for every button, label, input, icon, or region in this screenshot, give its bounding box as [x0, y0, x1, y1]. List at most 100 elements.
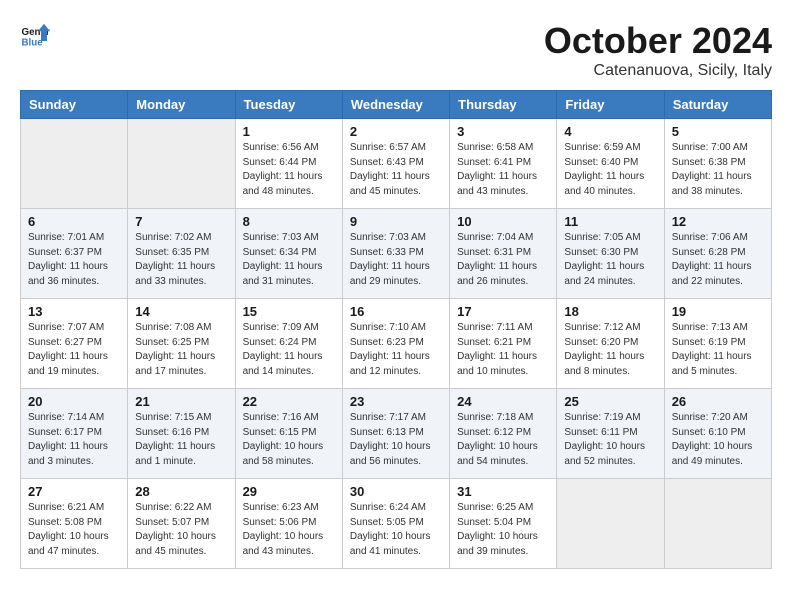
day-info: Sunrise: 7:05 AMSunset: 6:30 PMDaylight:…: [564, 231, 656, 289]
calendar-cell: 19 Sunrise: 7:13 AMSunset: 6:19 PMDayligh…: [664, 299, 771, 389]
calendar-cell: 16 Sunrise: 7:10 AMSunset: 6:23 PMDayligh…: [342, 299, 449, 389]
weekday-header-wednesday: Wednesday: [342, 91, 449, 119]
day-info: Sunrise: 7:00 AMSunset: 6:38 PMDaylight:…: [672, 141, 764, 199]
calendar-table: SundayMondayTuesdayWednesdayThursdayFrid…: [20, 90, 772, 569]
calendar-week-1: 1 Sunrise: 6:56 AMSunset: 6:44 PMDaylight…: [21, 119, 772, 209]
calendar-cell: 26 Sunrise: 7:20 AMSunset: 6:10 PMDayligh…: [664, 389, 771, 479]
day-number: 9: [350, 214, 442, 229]
day-info: Sunrise: 7:12 AMSunset: 6:20 PMDaylight:…: [564, 321, 656, 379]
location-subtitle: Catenanuova, Sicily, Italy: [544, 62, 772, 80]
weekday-header-tuesday: Tuesday: [235, 91, 342, 119]
day-info: Sunrise: 6:25 AMSunset: 5:04 PMDaylight:…: [457, 501, 549, 559]
calendar-cell: 23Sunrise: 7:17 AMSunset: 6:13 PMDayligh…: [342, 389, 449, 479]
calendar-cell: [21, 119, 128, 209]
calendar-cell: 24Sunrise: 7:18 AMSunset: 6:12 PMDayligh…: [450, 389, 557, 479]
calendar-cell: 30 Sunrise: 6:24 AMSunset: 5:05 PMDayligh…: [342, 479, 449, 569]
weekday-header-friday: Friday: [557, 91, 664, 119]
weekday-header-thursday: Thursday: [450, 91, 557, 119]
day-info: Sunrise: 7:02 AMSunset: 6:35 PMDaylight:…: [135, 231, 227, 289]
day-info: Sunrise: 7:04 AMSunset: 6:31 PMDaylight:…: [457, 231, 549, 289]
day-info: Sunrise: 7:03 AMSunset: 6:34 PMDaylight:…: [243, 231, 335, 289]
day-info: Sunrise: 7:07 AMSunset: 6:27 PMDaylight:…: [28, 321, 120, 379]
calendar-week-2: 6 Sunrise: 7:01 AMSunset: 6:37 PMDaylight…: [21, 209, 772, 299]
day-info: Sunrise: 6:59 AMSunset: 6:40 PMDaylight:…: [564, 141, 656, 199]
day-info: Sunrise: 7:11 AMSunset: 6:21 PMDaylight:…: [457, 321, 549, 379]
day-info: Sunrise: 7:09 AMSunset: 6:24 PMDaylight:…: [243, 321, 335, 379]
day-info: Sunrise: 6:56 AMSunset: 6:44 PMDaylight:…: [243, 141, 335, 199]
day-number: 22: [243, 394, 335, 409]
day-number: 30: [350, 484, 442, 499]
logo: General Blue: [20, 20, 50, 50]
day-number: 8: [243, 214, 335, 229]
calendar-cell: 11 Sunrise: 7:05 AMSunset: 6:30 PMDayligh…: [557, 209, 664, 299]
day-number: 11: [564, 214, 656, 229]
day-info: Sunrise: 7:16 AMSunset: 6:15 PMDaylight:…: [243, 411, 335, 469]
header-row: SundayMondayTuesdayWednesdayThursdayFrid…: [21, 91, 772, 119]
month-title: October 2024: [544, 20, 772, 62]
day-number: 20: [28, 394, 120, 409]
calendar-cell: 7 Sunrise: 7:02 AMSunset: 6:35 PMDaylight…: [128, 209, 235, 299]
day-number: 15: [243, 304, 335, 319]
calendar-cell: 21 Sunrise: 7:15 AMSunset: 6:16 PMDayligh…: [128, 389, 235, 479]
calendar-week-3: 13 Sunrise: 7:07 AMSunset: 6:27 PMDayligh…: [21, 299, 772, 389]
calendar-cell: 1 Sunrise: 6:56 AMSunset: 6:44 PMDaylight…: [235, 119, 342, 209]
calendar-cell: 17Sunrise: 7:11 AMSunset: 6:21 PMDayligh…: [450, 299, 557, 389]
calendar-cell: 22 Sunrise: 7:16 AMSunset: 6:15 PMDayligh…: [235, 389, 342, 479]
calendar-cell: [557, 479, 664, 569]
day-number: 19: [672, 304, 764, 319]
day-info: Sunrise: 7:18 AMSunset: 6:12 PMDaylight:…: [457, 411, 549, 469]
day-number: 13: [28, 304, 120, 319]
day-number: 16: [350, 304, 442, 319]
calendar-cell: 9 Sunrise: 7:03 AMSunset: 6:33 PMDaylight…: [342, 209, 449, 299]
calendar-cell: [128, 119, 235, 209]
day-info: Sunrise: 7:20 AMSunset: 6:10 PMDaylight:…: [672, 411, 764, 469]
day-number: 14: [135, 304, 227, 319]
day-info: Sunrise: 7:19 AMSunset: 6:11 PMDaylight:…: [564, 411, 656, 469]
day-info: Sunrise: 6:23 AMSunset: 5:06 PMDaylight:…: [243, 501, 335, 559]
calendar-cell: 4 Sunrise: 6:59 AMSunset: 6:40 PMDaylight…: [557, 119, 664, 209]
day-number: 12: [672, 214, 764, 229]
calendar-cell: [664, 479, 771, 569]
title-block: October 2024 Catenanuova, Sicily, Italy: [544, 20, 772, 80]
calendar-cell: 6 Sunrise: 7:01 AMSunset: 6:37 PMDaylight…: [21, 209, 128, 299]
weekday-header-monday: Monday: [128, 91, 235, 119]
day-number: 6: [28, 214, 120, 229]
calendar-cell: 31 Sunrise: 6:25 AMSunset: 5:04 PMDayligh…: [450, 479, 557, 569]
calendar-cell: 8 Sunrise: 7:03 AMSunset: 6:34 PMDaylight…: [235, 209, 342, 299]
calendar-cell: 25 Sunrise: 7:19 AMSunset: 6:11 PMDayligh…: [557, 389, 664, 479]
day-number: 31: [457, 484, 549, 499]
day-number: 25: [564, 394, 656, 409]
calendar-cell: 14Sunrise: 7:08 AMSunset: 6:25 PMDayligh…: [128, 299, 235, 389]
day-info: Sunrise: 7:13 AMSunset: 6:19 PMDaylight:…: [672, 321, 764, 379]
calendar-cell: 20 Sunrise: 7:14 AMSunset: 6:17 PMDayligh…: [21, 389, 128, 479]
day-info: Sunrise: 6:58 AMSunset: 6:41 PMDaylight:…: [457, 141, 549, 199]
weekday-header-sunday: Sunday: [21, 91, 128, 119]
day-number: 10: [457, 214, 549, 229]
calendar-cell: 28 Sunrise: 6:22 AMSunset: 5:07 PMDayligh…: [128, 479, 235, 569]
day-number: 1: [243, 124, 335, 139]
calendar-cell: 15 Sunrise: 7:09 AMSunset: 6:24 PMDayligh…: [235, 299, 342, 389]
weekday-header-saturday: Saturday: [664, 91, 771, 119]
day-info: Sunrise: 7:15 AMSunset: 6:16 PMDaylight:…: [135, 411, 227, 469]
day-number: 3: [457, 124, 549, 139]
day-number: 4: [564, 124, 656, 139]
day-info: Sunrise: 6:22 AMSunset: 5:07 PMDaylight:…: [135, 501, 227, 559]
day-number: 28: [135, 484, 227, 499]
day-info: Sunrise: 7:17 AMSunset: 6:13 PMDaylight:…: [350, 411, 442, 469]
day-info: Sunrise: 7:10 AMSunset: 6:23 PMDaylight:…: [350, 321, 442, 379]
day-info: Sunrise: 6:57 AMSunset: 6:43 PMDaylight:…: [350, 141, 442, 199]
calendar-cell: 10 Sunrise: 7:04 AMSunset: 6:31 PMDayligh…: [450, 209, 557, 299]
day-info: Sunrise: 7:03 AMSunset: 6:33 PMDaylight:…: [350, 231, 442, 289]
day-number: 7: [135, 214, 227, 229]
day-number: 21: [135, 394, 227, 409]
day-info: Sunrise: 7:01 AMSunset: 6:37 PMDaylight:…: [28, 231, 120, 289]
day-info: Sunrise: 7:14 AMSunset: 6:17 PMDaylight:…: [28, 411, 120, 469]
day-number: 27: [28, 484, 120, 499]
calendar-cell: 18 Sunrise: 7:12 AMSunset: 6:20 PMDayligh…: [557, 299, 664, 389]
calendar-cell: 27Sunrise: 6:21 AMSunset: 5:08 PMDayligh…: [21, 479, 128, 569]
calendar-week-4: 20 Sunrise: 7:14 AMSunset: 6:17 PMDayligh…: [21, 389, 772, 479]
day-number: 26: [672, 394, 764, 409]
day-info: Sunrise: 6:24 AMSunset: 5:05 PMDaylight:…: [350, 501, 442, 559]
calendar-cell: 2Sunrise: 6:57 AMSunset: 6:43 PMDaylight…: [342, 119, 449, 209]
day-number: 18: [564, 304, 656, 319]
